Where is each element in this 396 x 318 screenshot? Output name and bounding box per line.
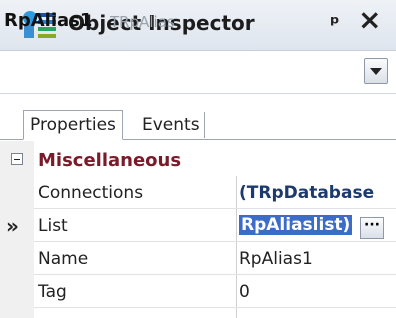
- property-value[interactable]: RpAlias1: [239, 249, 313, 269]
- component-name: RpAlias1: [4, 10, 93, 31]
- current-row-marker-icon: »: [6, 214, 19, 238]
- property-name: Tag: [38, 282, 67, 302]
- pin-icon[interactable]: ᵖ: [330, 11, 340, 35]
- component-selector[interactable]: [0, 51, 396, 94]
- property-row-name[interactable]: Name RpAlias1: [34, 245, 396, 275]
- category-label: Miscellaneous: [38, 150, 182, 171]
- component-type: TRpAlias: [110, 13, 175, 31]
- collapse-icon[interactable]: [11, 153, 23, 165]
- property-name: Name: [38, 249, 89, 269]
- tab-properties[interactable]: Properties: [23, 110, 123, 140]
- property-value[interactable]: 0: [239, 282, 250, 302]
- property-row-list[interactable]: List RpAliaslist): [34, 212, 396, 242]
- property-name: List: [38, 216, 68, 236]
- tab-events[interactable]: Events: [138, 112, 205, 138]
- property-row-connections[interactable]: Connections (TRpDatabase: [34, 179, 396, 209]
- property-name: Connections: [38, 183, 144, 203]
- property-value-selected[interactable]: RpAliaslist): [239, 215, 353, 235]
- property-row-tag[interactable]: Tag 0: [34, 278, 396, 308]
- chevron-down-icon: [370, 68, 382, 75]
- ellipsis-button[interactable]: ···: [360, 217, 384, 239]
- property-value[interactable]: (TRpDatabase: [239, 183, 374, 203]
- close-icon[interactable]: ×: [358, 6, 381, 34]
- component-dropdown-button[interactable]: [364, 58, 388, 84]
